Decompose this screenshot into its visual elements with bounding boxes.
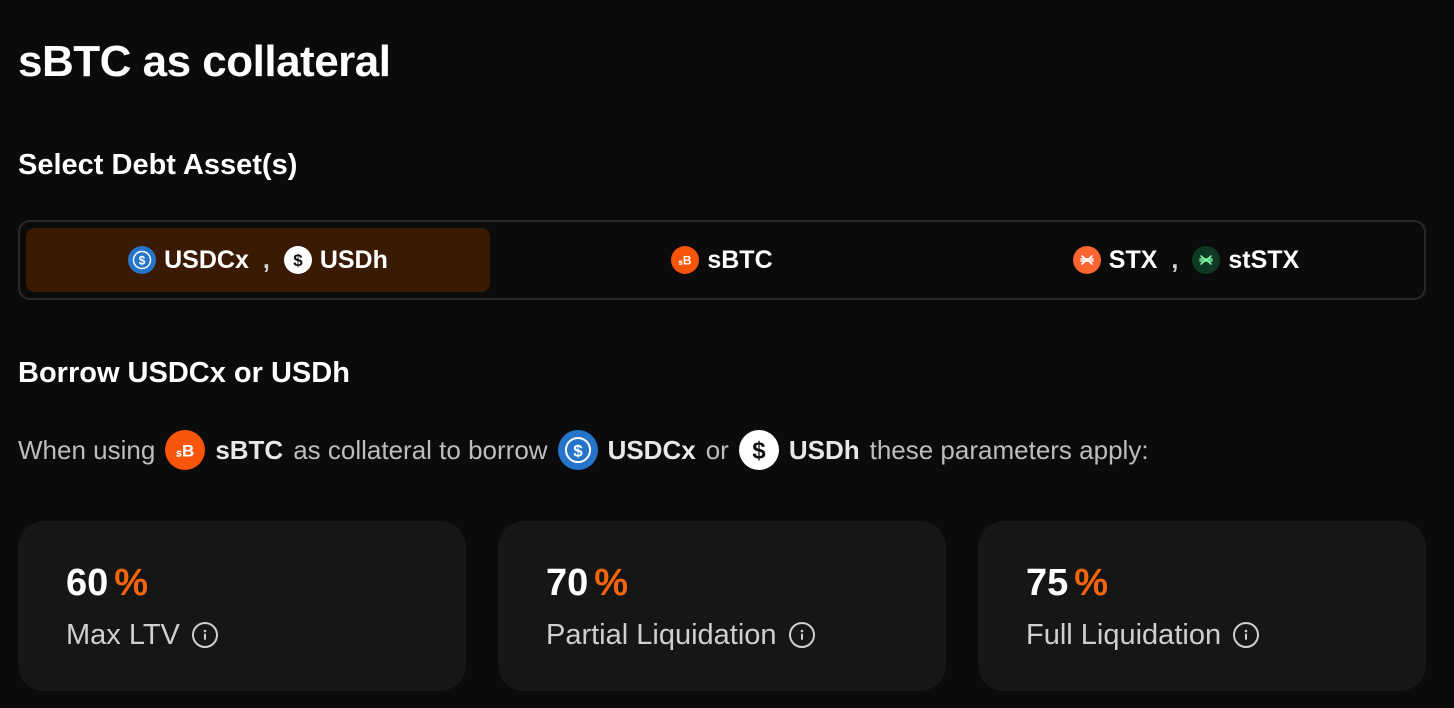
segment-asset-label: STX	[1108, 245, 1158, 274]
param-unit: %	[594, 562, 629, 604]
parameter-cards: 60% Max LTV 70% Partial Liquidation 75 %…	[18, 521, 1426, 691]
svg-text:$: $	[573, 441, 583, 460]
borrow-description: When using ₛB sBTC as collateral to borr…	[18, 428, 1149, 472]
param-number: 75	[1026, 562, 1069, 604]
segment-asset-label: USDh	[319, 245, 388, 274]
info-icon[interactable]	[191, 622, 218, 648]
stx-icon	[1072, 246, 1101, 274]
param-card-partial-liquidation: 70% Partial Liquidation	[498, 521, 946, 691]
param-label-row: Max LTV	[66, 617, 418, 653]
segment-asset-label: stSTX	[1228, 245, 1300, 274]
param-value: 60%	[66, 561, 418, 605]
segment-separator: ,	[262, 245, 270, 274]
svg-text:ₛB: ₛB	[176, 441, 195, 460]
desc-middle: as collateral to borrow	[293, 434, 548, 465]
desc-suffix: these parameters apply:	[869, 434, 1149, 465]
svg-text:ₛB: ₛB	[679, 254, 692, 268]
svg-text:$: $	[293, 251, 303, 270]
param-unit: %	[1074, 562, 1109, 604]
param-label-row: Full Liquidation	[1026, 617, 1378, 653]
info-icon[interactable]	[788, 622, 815, 648]
debt-asset-2: USDh	[788, 434, 860, 465]
segment-separator: ,	[1171, 245, 1179, 274]
segment-asset-label: sBTC	[707, 245, 773, 274]
param-number: 70	[546, 562, 589, 604]
usdh-icon: $	[283, 246, 312, 274]
desc-or: or	[705, 434, 729, 465]
param-label: Partial Liquidation	[546, 619, 777, 651]
desc-prefix: When using	[18, 434, 156, 465]
param-label: Max LTV	[66, 619, 180, 651]
param-unit: %	[114, 562, 149, 604]
debt-asset-1: USDCx	[607, 434, 696, 465]
svg-text:$: $	[752, 438, 766, 465]
param-card-full-liquidation: 75% Full Liquidation	[978, 521, 1426, 691]
usdc-icon: $	[557, 430, 598, 470]
segment-stx-ststx[interactable]: STX , stSTX	[954, 228, 1418, 292]
usdc-icon: $	[128, 246, 157, 274]
ststx-icon	[1192, 246, 1221, 274]
param-label: Full Liquidation	[1026, 619, 1222, 651]
param-card-max-ltv: 60% Max LTV	[18, 521, 466, 691]
param-value: 70%	[546, 561, 898, 605]
collateral-asset: sBTC	[215, 434, 284, 465]
info-icon[interactable]	[1233, 622, 1260, 648]
borrow-title: Borrow USDCx or USDh	[18, 357, 350, 389]
select-debt-title: Select Debt Asset(s)	[18, 149, 298, 181]
page: sBTC as collateral Select Debt Asset(s) …	[0, 0, 1454, 708]
sbtc-icon: ₛB	[165, 430, 206, 470]
svg-text:$: $	[139, 254, 146, 268]
segment-sbtc[interactable]: ₛB sBTC	[490, 228, 954, 292]
usdh-icon: $	[738, 430, 779, 470]
sbtc-icon: ₛB	[671, 246, 700, 274]
debt-asset-selector: $ USDCx , $ USDh ₛB sBTC STX , stSTX	[18, 220, 1426, 300]
segment-usdcx-usdh[interactable]: $ USDCx , $ USDh	[26, 228, 490, 292]
param-value: 75%	[1026, 561, 1378, 605]
param-label-row: Partial Liquidation	[546, 617, 898, 653]
page-title: sBTC as collateral	[18, 37, 391, 86]
segment-asset-label: USDCx	[164, 245, 249, 274]
param-number: 60	[66, 562, 109, 604]
